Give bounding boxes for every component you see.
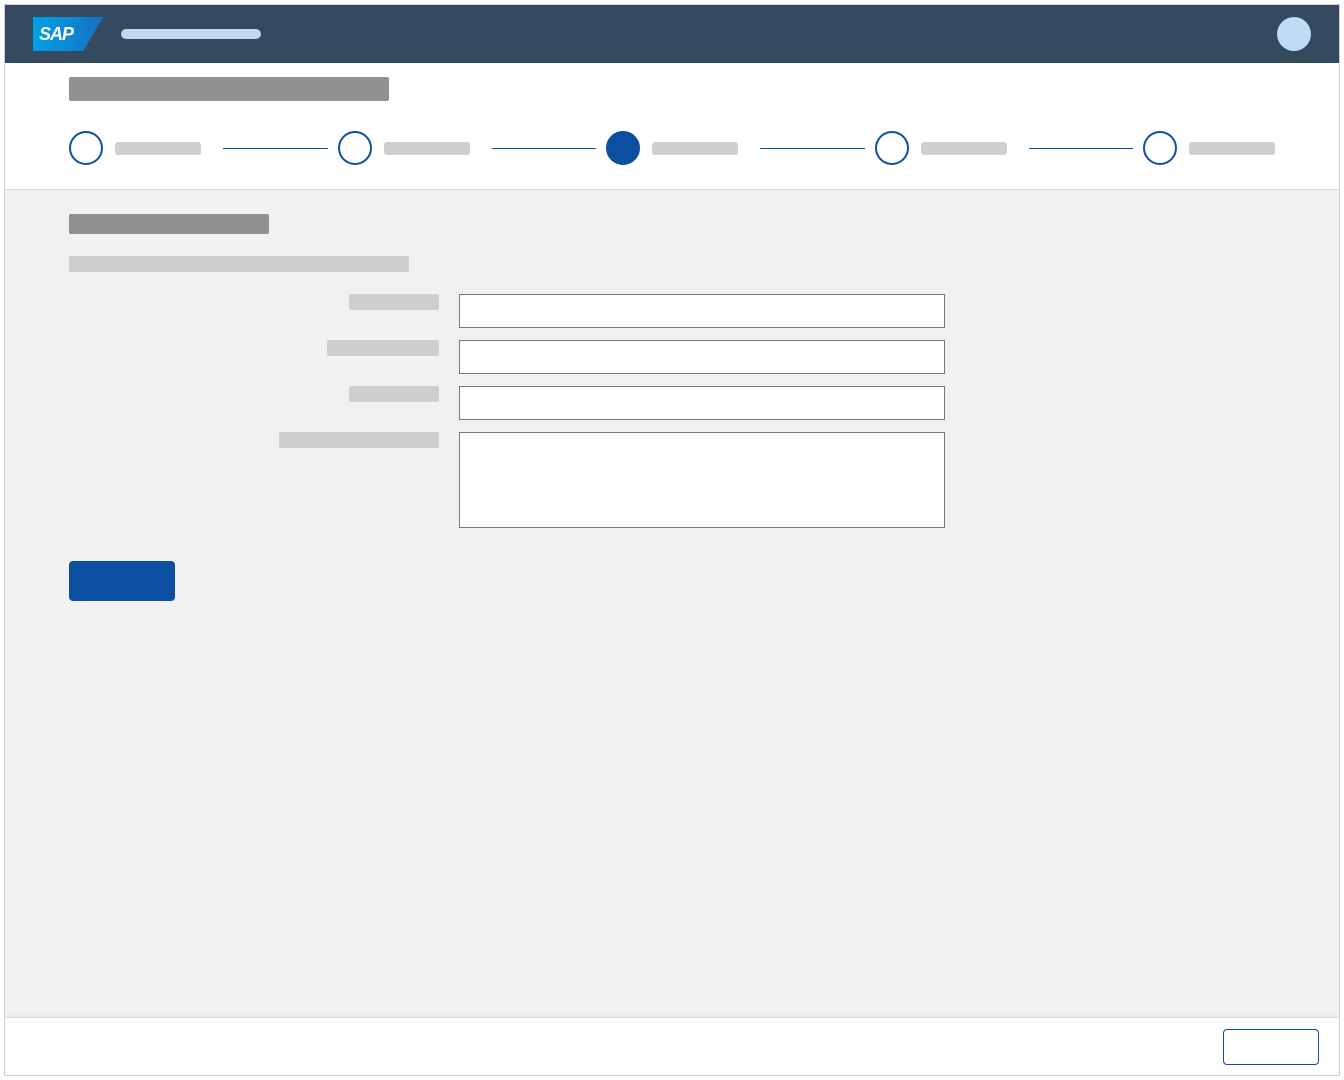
shellbar-left: SAP: [33, 17, 261, 51]
wizard-step-1-indicator: [69, 131, 103, 165]
wizard-step-5-label: [1189, 142, 1275, 155]
wizard-step-2-label: [384, 142, 470, 155]
sap-logo-text: SAP: [39, 24, 73, 45]
wizard-step-1-label: [115, 142, 201, 155]
wizard-step-2[interactable]: [338, 131, 607, 165]
form-input-2[interactable]: [459, 340, 945, 374]
user-avatar[interactable]: [1277, 17, 1311, 51]
wizard-step-3-indicator: [606, 131, 640, 165]
form-textarea-4[interactable]: [459, 432, 945, 528]
form-input-3[interactable]: [459, 386, 945, 420]
submit-button[interactable]: [69, 561, 175, 601]
app-title: [121, 29, 261, 39]
form-input-1[interactable]: [459, 294, 945, 328]
wizard-connector: [1029, 148, 1134, 149]
section-title: [69, 214, 269, 234]
form-label-2: [327, 340, 439, 356]
form-label-4: [279, 432, 439, 448]
section-subtitle: [69, 256, 409, 272]
wizard-progress: [69, 131, 1275, 165]
wizard-connector: [492, 148, 597, 149]
app-frame: SAP: [4, 4, 1340, 1076]
wizard-step-5[interactable]: [1143, 131, 1275, 165]
wizard-connector: [223, 148, 328, 149]
shellbar: SAP: [5, 5, 1339, 63]
sap-logo[interactable]: SAP: [33, 17, 103, 51]
wizard-step-1[interactable]: [69, 131, 338, 165]
wizard-connector: [760, 148, 865, 149]
wizard-step-2-indicator: [338, 131, 372, 165]
wizard-step-5-indicator: [1143, 131, 1177, 165]
footer-action-button[interactable]: [1223, 1029, 1319, 1065]
form-label-3: [349, 386, 439, 402]
page-title: [69, 77, 389, 101]
wizard-step-4-indicator: [875, 131, 909, 165]
wizard-step-4[interactable]: [875, 131, 1144, 165]
footer-bar: [5, 1017, 1339, 1075]
form-row-2: [69, 340, 1275, 374]
page-header: [5, 63, 1339, 190]
wizard-step-3[interactable]: [606, 131, 875, 165]
form-row-4: [69, 432, 1275, 533]
wizard-step-4-label: [921, 142, 1007, 155]
form-label-1: [349, 294, 439, 310]
form-row-3: [69, 386, 1275, 420]
wizard-step-3-label: [652, 142, 738, 155]
content-area: [5, 190, 1339, 1017]
form-row-1: [69, 294, 1275, 328]
